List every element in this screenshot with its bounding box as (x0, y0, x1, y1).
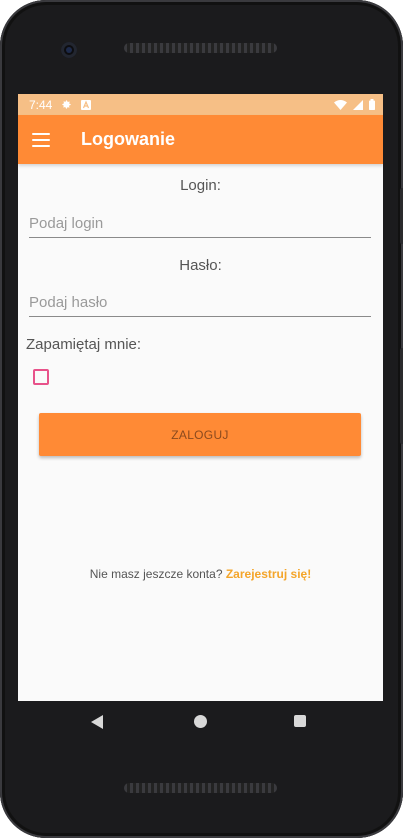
battery-icon (369, 99, 375, 110)
password-input[interactable] (29, 292, 371, 316)
home-icon[interactable] (194, 715, 207, 728)
password-field-container (29, 292, 371, 317)
register-link[interactable]: Zarejestruj się! (226, 567, 311, 581)
register-prompt-line: Nie masz jeszcze konta? Zarejestruj się! (18, 567, 383, 581)
login-form: Login: Hasło: Zapamiętaj mnie: ZALOGUJ N… (18, 164, 383, 701)
login-label: Login: (180, 177, 221, 194)
app-toolbar: Logowanie (18, 115, 383, 164)
front-camera (61, 42, 77, 58)
remember-me-label: Zapamiętaj mnie: (26, 336, 142, 353)
remember-me-checkbox[interactable] (33, 369, 49, 385)
bottom-speaker (124, 783, 277, 793)
recents-icon[interactable] (294, 715, 306, 727)
status-time: 7:44 (29, 97, 53, 112)
back-icon[interactable] (91, 715, 103, 729)
page-title: Logowanie (81, 129, 175, 149)
password-label: Hasło: (179, 257, 222, 274)
login-field-container (29, 213, 371, 238)
a-notification-icon (81, 99, 92, 110)
login-input[interactable] (29, 213, 371, 237)
register-prompt-text: Nie masz jeszcze konta? (89, 567, 223, 581)
top-speaker (124, 43, 277, 53)
wifi-icon (334, 99, 347, 110)
status-bar: 7:44 (18, 94, 383, 115)
phone-frame: 7:44 Logowanie Login: Hasło: (0, 0, 403, 838)
login-button[interactable]: ZALOGUJ (39, 413, 361, 456)
settings-icon (62, 100, 71, 109)
app-screen: 7:44 Logowanie Login: Hasło: (18, 94, 383, 701)
signal-icon (353, 99, 363, 110)
hamburger-menu-icon[interactable] (32, 132, 50, 147)
system-nav-bar (18, 701, 383, 745)
